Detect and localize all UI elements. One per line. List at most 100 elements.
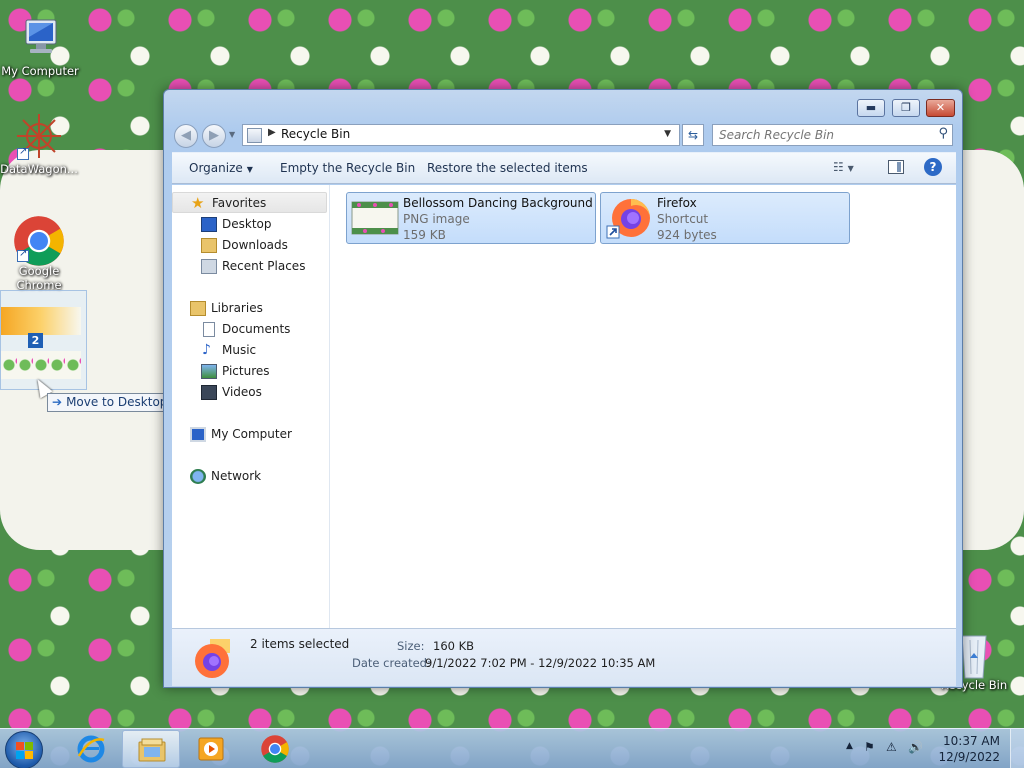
image-thumbnail-icon	[351, 196, 399, 240]
help-icon: ?	[929, 160, 937, 174]
computer-icon	[190, 427, 206, 442]
help-button[interactable]: ?	[924, 158, 942, 176]
system-tray: ▲ ⚑ ⚠ 🔊 10:37 AM 12/9/2022	[834, 729, 1024, 768]
chrome-icon	[260, 734, 290, 764]
nav-label: Recent Places	[222, 259, 306, 273]
explorer-folder-icon	[137, 735, 167, 765]
taskbar-media-player[interactable]	[182, 730, 240, 768]
desktop-icon-google-chrome[interactable]: Google Chrome	[0, 214, 78, 292]
desktop-icon-label: DataWagon...	[0, 162, 78, 176]
refresh-button[interactable]: ⇆	[682, 124, 704, 146]
nav-label: Favorites	[212, 196, 267, 210]
size-label: Size:	[397, 639, 425, 653]
empty-recycle-bin-button[interactable]: Empty the Recycle Bin	[280, 161, 415, 175]
clock-time[interactable]: 10:37 AM	[943, 734, 1000, 748]
breadcrumb-chevron-icon[interactable]: ▶	[268, 127, 276, 138]
pictures-icon	[201, 364, 217, 379]
nav-pictures[interactable]: Pictures	[172, 361, 327, 382]
date-created-value: 9/1/2022 7:02 PM - 12/9/2022 10:35 AM	[425, 656, 656, 670]
file-item-firefox[interactable]: Firefox Shortcut 924 bytes	[600, 192, 850, 244]
nav-documents[interactable]: Documents	[172, 319, 327, 340]
nav-desktop[interactable]: Desktop	[172, 214, 327, 235]
file-item-bellossom[interactable]: Bellossom Dancing Background PNG image 1…	[346, 192, 596, 244]
nav-music[interactable]: ♪ Music	[172, 340, 327, 361]
videos-icon	[201, 385, 217, 400]
nav-favorites[interactable]: ★ Favorites	[172, 192, 327, 213]
address-dropdown-icon[interactable]: ▼	[664, 129, 671, 139]
taskbar-internet-explorer[interactable]	[62, 730, 120, 768]
organize-label: Organize	[189, 161, 243, 175]
file-name: Firefox	[657, 196, 697, 210]
datawagon-icon	[15, 112, 63, 160]
drag-tooltip: ➔ Move to Desktop	[47, 393, 175, 412]
close-button[interactable]: ✕	[926, 99, 955, 117]
chrome-icon	[14, 214, 64, 266]
search-icon[interactable]: ⚲	[938, 126, 948, 141]
preview-pane-button[interactable]	[888, 160, 904, 174]
file-name: Bellossom Dancing Background	[403, 196, 593, 210]
nav-label: My Computer	[211, 427, 292, 441]
firefox-icon	[605, 196, 653, 240]
desktop-icon-my-computer[interactable]: My Computer	[1, 14, 79, 78]
nav-recent-places[interactable]: Recent Places	[172, 256, 327, 277]
file-type: Shortcut	[657, 212, 709, 226]
address-bar[interactable]: ▶ Recycle Bin ▼	[242, 124, 680, 146]
nav-label: Documents	[222, 322, 291, 336]
nav-label: Network	[211, 469, 262, 483]
move-arrow-icon: ➔	[52, 395, 63, 409]
taskbar: ▲ ⚑ ⚠ 🔊 10:37 AM 12/9/2022	[0, 728, 1024, 768]
desktop-icon-label: Google Chrome	[16, 264, 62, 292]
recycle-bin-small-icon	[247, 128, 262, 143]
forward-button[interactable]: ▶	[202, 124, 226, 148]
volume-icon[interactable]: 🔊	[908, 740, 923, 754]
change-view-button[interactable]: ☷ ▼	[833, 160, 854, 174]
nav-label: Desktop	[222, 217, 272, 231]
libraries-icon	[190, 301, 206, 316]
nav-label: Music	[222, 343, 257, 357]
taskbar-windows-explorer[interactable]	[122, 730, 180, 768]
network-icon	[190, 469, 206, 484]
action-center-flag-icon[interactable]: ⚑	[864, 740, 875, 754]
recent-places-icon	[201, 259, 217, 274]
nav-my-computer[interactable]: My Computer	[172, 424, 327, 445]
command-bar: Organize ▼ Empty the Recycle Bin Restore …	[172, 152, 956, 184]
breadcrumb-recycle-bin[interactable]: Recycle Bin	[281, 127, 350, 141]
drag-thumbnail-firefox	[1, 307, 81, 335]
downloads-folder-icon	[201, 238, 217, 253]
size-value: 160 KB	[433, 639, 475, 653]
start-button[interactable]	[5, 731, 43, 768]
network-status-icon[interactable]: ⚠	[886, 740, 897, 754]
maximize-button[interactable]: ❐	[892, 99, 920, 117]
clock-date[interactable]: 12/9/2022	[938, 750, 1000, 764]
firefox-icon	[190, 637, 234, 679]
chevron-down-icon: ▼	[847, 164, 854, 173]
music-icon: ♪	[202, 342, 211, 358]
show-hidden-icons-icon[interactable]: ▲	[846, 741, 853, 751]
selection-count: 2 items selected	[250, 637, 350, 651]
back-arrow-icon: ◀	[181, 128, 191, 143]
shortcut-arrow-icon	[17, 146, 29, 160]
file-size: 924 bytes	[657, 228, 717, 242]
explorer-window: ▬ ❐ ✕ ◀ ▶ ▼ ▶ Recycle Bin ▼ ⇆ ⚲ Organize…	[163, 89, 963, 688]
media-player-icon	[196, 734, 226, 764]
organize-button[interactable]: Organize ▼	[189, 161, 253, 175]
documents-icon	[203, 322, 215, 337]
back-button[interactable]: ◀	[174, 124, 198, 148]
windows-logo-icon	[16, 742, 33, 759]
taskbar-google-chrome[interactable]	[246, 730, 304, 768]
search-input[interactable]	[719, 127, 924, 143]
restore-selected-button[interactable]: Restore the selected items	[427, 161, 588, 175]
view-options-icon: ☷	[833, 160, 844, 174]
show-desktop-button[interactable]	[1010, 729, 1024, 768]
nav-videos[interactable]: Videos	[172, 382, 327, 403]
search-box[interactable]: ⚲	[712, 124, 953, 146]
nav-downloads[interactable]: Downloads	[172, 235, 327, 256]
drag-tooltip-text: Move to Desktop	[66, 395, 168, 409]
nav-network[interactable]: Network	[172, 466, 327, 487]
forward-arrow-icon: ▶	[209, 128, 219, 143]
star-icon: ★	[191, 194, 205, 212]
desktop-icon-datawagon[interactable]: DataWagon...	[0, 112, 78, 176]
nav-libraries[interactable]: Libraries	[172, 298, 327, 319]
recent-pages-dropdown[interactable]: ▼	[229, 130, 235, 139]
minimize-button[interactable]: ▬	[857, 99, 885, 117]
